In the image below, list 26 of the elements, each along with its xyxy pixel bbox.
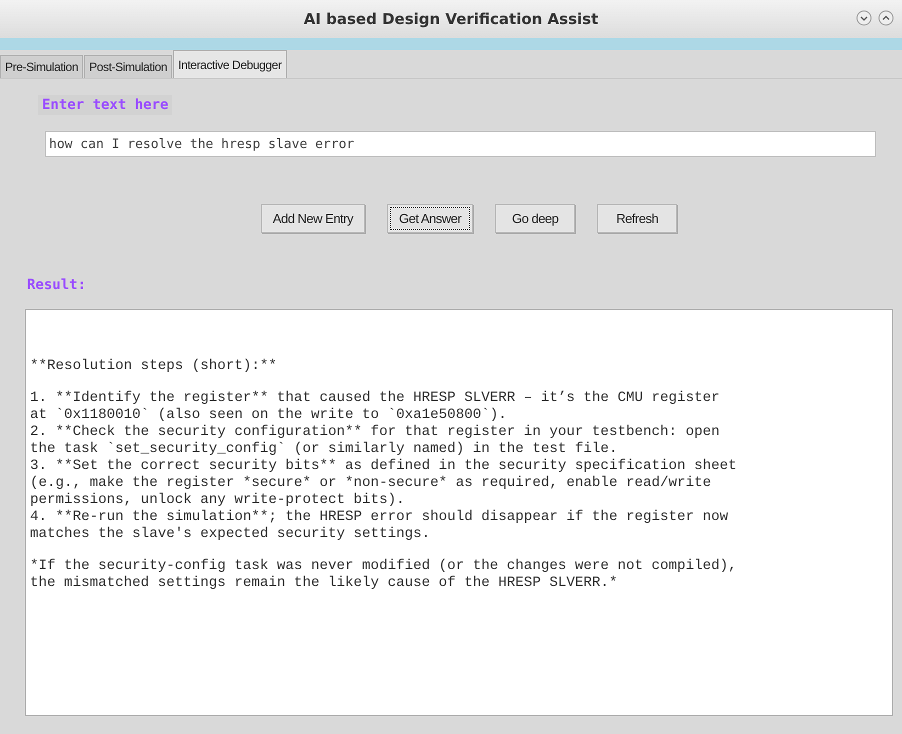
result-text-line: 4. **Re-run the simulation**; the HRESP error should disappear if the register now bbox=[30, 509, 730, 526]
result-text-line: the mismatched settings remain the likely cause of the HRESP SLVERR.* bbox=[30, 575, 618, 592]
action-button[interactable]: Get Answer bbox=[387, 204, 474, 233]
result-text-line: matches the slave's expected security settings. bbox=[30, 526, 432, 543]
window-title: AI based Design Verification Assist bbox=[304, 10, 598, 28]
tab[interactable]: Pre-Simulation bbox=[0, 55, 84, 78]
result-text-line: (e.g., make the register *secure* or *non-secure* as required, enable read/write bbox=[30, 475, 712, 492]
result-label: Result: bbox=[27, 277, 88, 293]
result-text-line: *If the security-config task was never modified (or the changes were not compiled), bbox=[30, 558, 738, 575]
action-button[interactable]: Add New Entry bbox=[260, 204, 365, 233]
prompt-label: Enter text here bbox=[38, 95, 172, 115]
result-text-line: **Resolution steps (short):** bbox=[30, 358, 278, 375]
action-button[interactable]: Go deep bbox=[495, 204, 576, 233]
minimize-icon[interactable] bbox=[856, 10, 872, 26]
result-text-line: 1. **Identify the register** that caused the HRESP SLVERR – it’s the CMU register bbox=[30, 390, 721, 407]
input-field[interactable]: how can I resolve the hresp slave error bbox=[45, 131, 876, 157]
maximize-icon[interactable] bbox=[878, 10, 894, 26]
result-text-line: at `0x1180010` (also seen on the write to `0xa1e50800`). bbox=[30, 407, 508, 424]
action-button[interactable]: Refresh bbox=[597, 204, 678, 233]
tab[interactable]: Post-Simulation bbox=[84, 55, 172, 78]
tab[interactable]: Interactive Debugger bbox=[173, 50, 287, 78]
result-text-line: the task `set_security_config` (or similarly named) in the test file. bbox=[30, 441, 618, 458]
result-text-line: 2. **Check the security configuration** for that register in your testbench: open bbox=[30, 424, 721, 441]
result-text-line: 3. **Set the correct security bits** as defined in the security specification sheet bbox=[30, 458, 738, 475]
result-text-area[interactable] bbox=[25, 309, 893, 716]
result-text-line: permissions, unlock any write-protect bits). bbox=[30, 492, 406, 509]
